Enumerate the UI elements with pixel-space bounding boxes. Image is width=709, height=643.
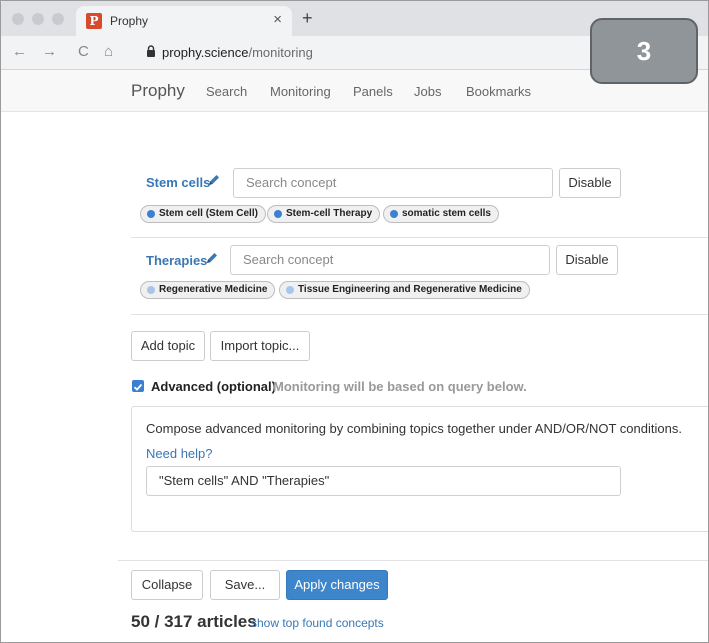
show-top-concepts-link[interactable]: show top found concepts	[251, 616, 384, 630]
disable-button[interactable]: Disable	[559, 168, 621, 198]
lock-icon	[147, 45, 155, 57]
url-host: prophy.science	[162, 45, 249, 60]
advanced-query-input[interactable]: "Stem cells" AND "Therapies"	[146, 466, 621, 496]
concept-dot-icon	[286, 286, 294, 294]
nav-link-search[interactable]: Search	[206, 84, 247, 99]
concept-chip-label: Stem-cell Therapy	[286, 208, 373, 219]
articles-count: 50 / 317 articles	[131, 612, 257, 631]
concept-chip-label: Tissue Engineering and Regenerative Medi…	[298, 284, 522, 295]
import-topic-button[interactable]: Import topic...	[210, 331, 310, 361]
step-number-badge: 3	[590, 18, 698, 84]
advanced-checkbox[interactable]	[132, 380, 144, 392]
concept-chip[interactable]: Stem-cell Therapy	[267, 205, 381, 223]
concept-dot-icon	[274, 210, 282, 218]
nav-link-panels[interactable]: Panels	[353, 84, 393, 99]
maximize-window-icon[interactable]	[52, 13, 64, 25]
collapse-button[interactable]: Collapse	[131, 570, 203, 600]
concept-chip-label: somatic stem cells	[402, 208, 491, 219]
forward-icon[interactable]: →	[42, 43, 57, 60]
topic-name[interactable]: Therapies	[146, 253, 207, 268]
concept-chip-label: Regenerative Medicine	[159, 284, 268, 295]
need-help-link[interactable]: Need help?	[146, 446, 213, 461]
disable-button[interactable]: Disable	[556, 245, 618, 275]
nav-link-bookmarks[interactable]: Bookmarks	[466, 84, 531, 99]
url-field[interactable]: prophy.science/monitoring	[162, 45, 313, 60]
back-icon[interactable]: ←	[12, 43, 27, 60]
divider	[131, 314, 709, 315]
concept-search-input[interactable]: Search concept	[230, 245, 550, 275]
concept-chip-label: Stem cell (Stem Cell)	[159, 208, 258, 219]
concept-dot-icon	[390, 210, 398, 218]
advanced-description: Compose advanced monitoring by combining…	[146, 421, 682, 436]
minimize-window-icon[interactable]	[32, 13, 44, 25]
concept-chip[interactable]: Regenerative Medicine	[140, 281, 276, 299]
concept-search-input[interactable]: Search concept	[233, 168, 553, 198]
divider	[131, 237, 709, 238]
pencil-icon[interactable]	[207, 173, 221, 187]
nav-link-jobs[interactable]: Jobs	[414, 84, 441, 99]
close-window-icon[interactable]	[12, 13, 24, 25]
check-icon	[133, 383, 143, 391]
concept-dot-icon	[147, 286, 155, 294]
advanced-note: Monitoring will be based on query below.	[273, 379, 527, 394]
apply-changes-button[interactable]: Apply changes	[286, 570, 388, 600]
new-tab-icon[interactable]: +	[302, 8, 313, 29]
save-button[interactable]: Save...	[210, 570, 280, 600]
topic-name[interactable]: Stem cells	[146, 175, 210, 190]
tab-title: Prophy	[110, 14, 149, 28]
prophy-favicon-icon: P	[86, 13, 102, 29]
concept-chip[interactable]: Tissue Engineering and Regenerative Medi…	[279, 281, 530, 299]
add-topic-button[interactable]: Add topic	[131, 331, 205, 361]
divider	[118, 560, 709, 561]
concept-dot-icon	[147, 210, 155, 218]
nav-link-monitoring[interactable]: Monitoring	[270, 84, 331, 99]
home-icon[interactable]: ⌂	[104, 43, 113, 60]
tab-close-icon[interactable]: ×	[273, 11, 282, 28]
concept-chip[interactable]: somatic stem cells	[383, 205, 499, 223]
brand-logo[interactable]: Prophy	[131, 81, 185, 101]
url-path: /monitoring	[248, 45, 313, 60]
concept-chip[interactable]: Stem cell (Stem Cell)	[140, 205, 266, 223]
reload-icon[interactable]: C	[78, 43, 89, 60]
browser-tab[interactable]: P Prophy ×	[76, 6, 292, 36]
pencil-icon[interactable]	[205, 251, 219, 265]
advanced-label[interactable]: Advanced (optional)	[151, 379, 276, 394]
